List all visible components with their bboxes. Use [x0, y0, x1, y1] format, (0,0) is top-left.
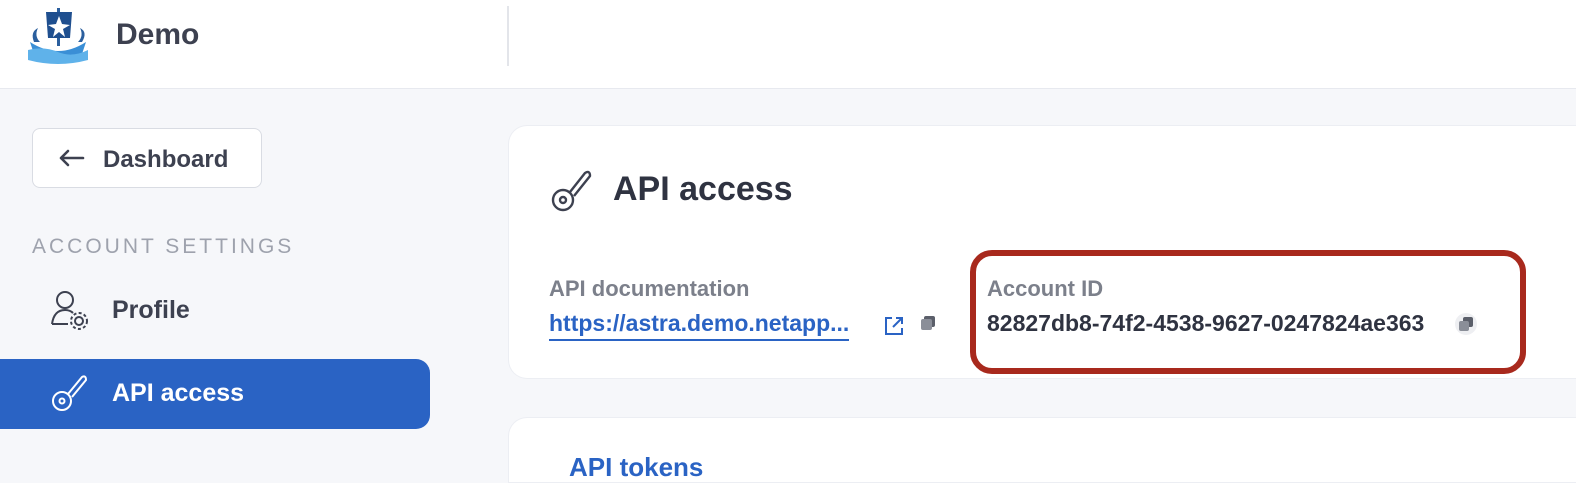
sidebar-item-api-access[interactable]: API access	[0, 359, 430, 429]
key-icon	[551, 170, 592, 212]
dashboard-back-label: Dashboard	[103, 146, 229, 173]
section-label-account-settings: ACCOUNT SETTINGS	[32, 235, 295, 258]
arrow-left-icon	[59, 149, 85, 167]
api-tokens-card: API tokens	[509, 418, 1576, 482]
user-gear-icon	[51, 291, 88, 330]
sidebar-item-label: Profile	[112, 296, 190, 324]
top-bar: Demo	[0, 0, 1576, 89]
page-title: API access	[613, 170, 793, 208]
key-icon	[52, 375, 87, 411]
account-id-highlight-box	[970, 250, 1526, 374]
app-name: Demo	[116, 18, 200, 51]
api-tokens-title[interactable]: API tokens	[569, 452, 703, 483]
viking-ship-logo[interactable]	[24, 2, 92, 66]
divider	[507, 6, 509, 66]
api-documentation-label: API documentation	[549, 276, 750, 301]
external-link-icon[interactable]	[883, 315, 905, 337]
sidebar-item-profile[interactable]: Profile	[0, 276, 430, 346]
copy-icon[interactable]	[919, 314, 937, 332]
dashboard-back-button[interactable]: Dashboard	[32, 128, 262, 188]
api-documentation-link[interactable]: https://astra.demo.netapp...	[549, 310, 850, 341]
sidebar-item-label: API access	[112, 379, 245, 407]
